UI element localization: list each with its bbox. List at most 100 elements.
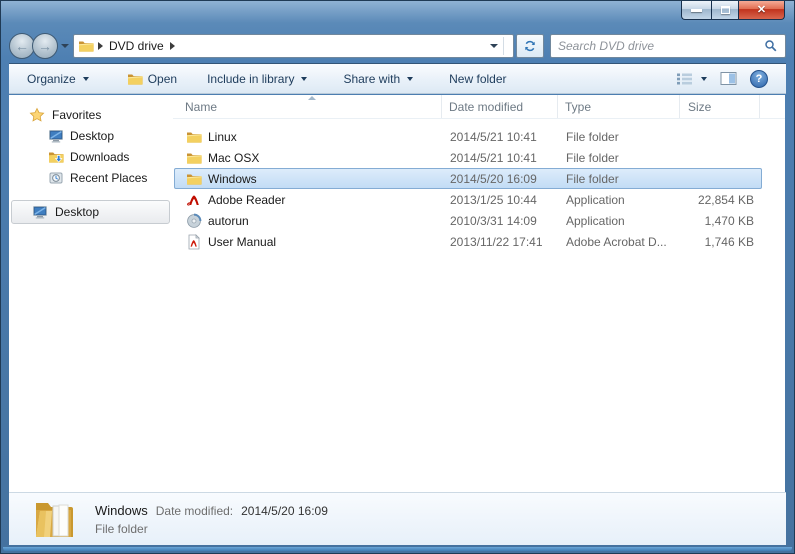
file-type: Application (566, 213, 625, 228)
breadcrumb-location[interactable]: DVD drive (109, 39, 164, 53)
table-row-autorun[interactable]: autorun 2010/3/31 14:09 Application 1,47… (174, 210, 762, 231)
downloads-icon (49, 152, 64, 163)
column-header-type[interactable]: Type (558, 95, 680, 118)
file-name: Linux (208, 129, 237, 144)
organize-label: Organize (27, 71, 76, 86)
tree-item-desktop[interactable]: Desktop (11, 200, 170, 224)
details-date-value: 2014/5/20 16:09 (241, 503, 328, 518)
desktop-icon (49, 129, 63, 142)
close-button[interactable]: ✕ (739, 1, 785, 20)
file-date: 2010/3/31 14:09 (450, 213, 537, 228)
file-date: 2014/5/21 10:41 (450, 129, 537, 144)
new-folder-button[interactable]: New folder (449, 72, 506, 86)
forward-icon: → (38, 38, 52, 54)
chevron-down-icon (407, 76, 414, 81)
folder-icon (79, 41, 94, 52)
file-type: Application (566, 192, 625, 207)
breadcrumb-arrow-icon (98, 42, 103, 50)
help-icon: ? (755, 72, 763, 85)
back-icon: ← (15, 38, 29, 54)
file-size: 1,470 KB (704, 213, 754, 228)
navigation-pane: Favorites Desktop Downloads Recent Place… (9, 95, 173, 492)
file-list-pane: Name Date modified Type Size Linux 2014/… (173, 95, 785, 492)
chevron-down-icon (701, 76, 707, 81)
details-pane: Windows Date modified: 2014/5/20 16:09 F… (9, 492, 786, 545)
table-row-windows-selected[interactable]: Windows 2014/5/20 16:09 File folder (174, 168, 762, 189)
maximize-button[interactable] (711, 1, 739, 20)
desktop-icon (33, 206, 47, 219)
sidebar-item-label: Desktop (70, 128, 115, 143)
folder-icon (187, 174, 202, 185)
adobe-reader-icon (187, 194, 199, 206)
include-in-library-button[interactable]: Include in library (207, 72, 308, 86)
new-folder-label: New folder (449, 71, 507, 86)
file-size (681, 127, 759, 146)
refresh-icon (525, 40, 535, 52)
tree-item-label: Desktop (55, 205, 100, 219)
file-size (681, 148, 759, 167)
preview-pane-button[interactable] (720, 71, 737, 86)
window-bottom-border (3, 547, 792, 551)
explorer-window: ✕ ← → DVD drive Search DVD drive Organiz… (0, 0, 795, 554)
sidebar-group-favorites[interactable]: Favorites (9, 104, 173, 125)
sidebar-item-desktop[interactable]: Desktop (9, 125, 173, 146)
open-folder-icon (127, 74, 143, 85)
search-input[interactable]: Search DVD drive (550, 34, 786, 58)
minimize-button[interactable] (681, 1, 711, 20)
address-separator (503, 37, 504, 55)
command-toolbar: Organize Open Include in library Share w… (9, 63, 786, 94)
file-name: Windows (208, 171, 257, 186)
table-row-user-manual[interactable]: User Manual 2013/11/22 17:41 Adobe Acrob… (174, 231, 762, 252)
favorites-label: Favorites (52, 107, 102, 122)
table-row-linux[interactable]: Linux 2014/5/21 10:41 File folder (174, 126, 762, 147)
sidebar-item-downloads[interactable]: Downloads (9, 146, 173, 167)
open-label: Open (147, 71, 178, 86)
details-text: Windows Date modified: 2014/5/20 16:09 F… (95, 503, 328, 536)
column-header-size[interactable]: Size (680, 95, 760, 118)
column-header-date-modified[interactable]: Date modified (442, 95, 558, 118)
chevron-down-icon (301, 76, 308, 81)
table-row-adobe-reader[interactable]: Adobe Reader 2013/1/25 10:44 Application… (174, 189, 762, 210)
history-dropdown-icon[interactable] (61, 44, 69, 48)
column-headers: Name Date modified Type Size (173, 95, 785, 119)
file-type: File folder (566, 150, 619, 165)
share-label: Share with (343, 71, 401, 86)
autorun-icon (187, 213, 202, 228)
minimize-icon (691, 8, 702, 12)
navigation-bar: ← → DVD drive Search DVD drive (9, 29, 786, 63)
table-row-mac-osx[interactable]: Mac OSX 2014/5/21 10:41 File folder (174, 147, 762, 168)
toolbar-right-group: ? (676, 69, 768, 88)
share-with-button[interactable]: Share with (343, 71, 414, 86)
file-size: 22,854 KB (697, 192, 754, 207)
folder-icon (187, 132, 202, 143)
organize-button[interactable]: Organize (27, 72, 89, 86)
address-bar[interactable]: DVD drive (73, 34, 514, 58)
preview-pane-icon (720, 72, 737, 85)
large-folder-icon (36, 503, 73, 537)
change-view-button[interactable] (676, 72, 707, 86)
sidebar-item-recent-places[interactable]: Recent Places (9, 167, 173, 188)
file-type: File folder (566, 129, 619, 144)
file-date: 2014/5/20 16:09 (450, 171, 537, 186)
details-item-type: File folder (95, 521, 148, 536)
file-size: 1,746 KB (704, 234, 754, 249)
breadcrumb[interactable]: DVD drive (94, 37, 179, 55)
forward-button[interactable]: → (32, 33, 58, 59)
help-button[interactable]: ? (750, 69, 768, 88)
details-date-label: Date modified: (155, 503, 234, 518)
open-button[interactable]: Open (127, 71, 177, 87)
chevron-down-icon (82, 76, 89, 81)
file-type: Adobe Acrobat D... (566, 234, 667, 249)
search-placeholder: Search DVD drive (558, 39, 655, 53)
address-dropdown-icon[interactable] (490, 44, 498, 48)
file-name: autorun (208, 213, 249, 228)
refresh-button[interactable] (516, 34, 544, 58)
sidebar-item-label: Recent Places (70, 170, 148, 185)
list-view-icon (677, 73, 692, 84)
star-icon (29, 107, 45, 122)
search-icon[interactable] (764, 39, 778, 53)
sidebar-item-label: Downloads (70, 149, 130, 164)
file-date: 2013/1/25 10:44 (450, 192, 537, 207)
file-name: Mac OSX (208, 150, 260, 165)
breadcrumb-arrow-icon[interactable] (169, 42, 175, 50)
